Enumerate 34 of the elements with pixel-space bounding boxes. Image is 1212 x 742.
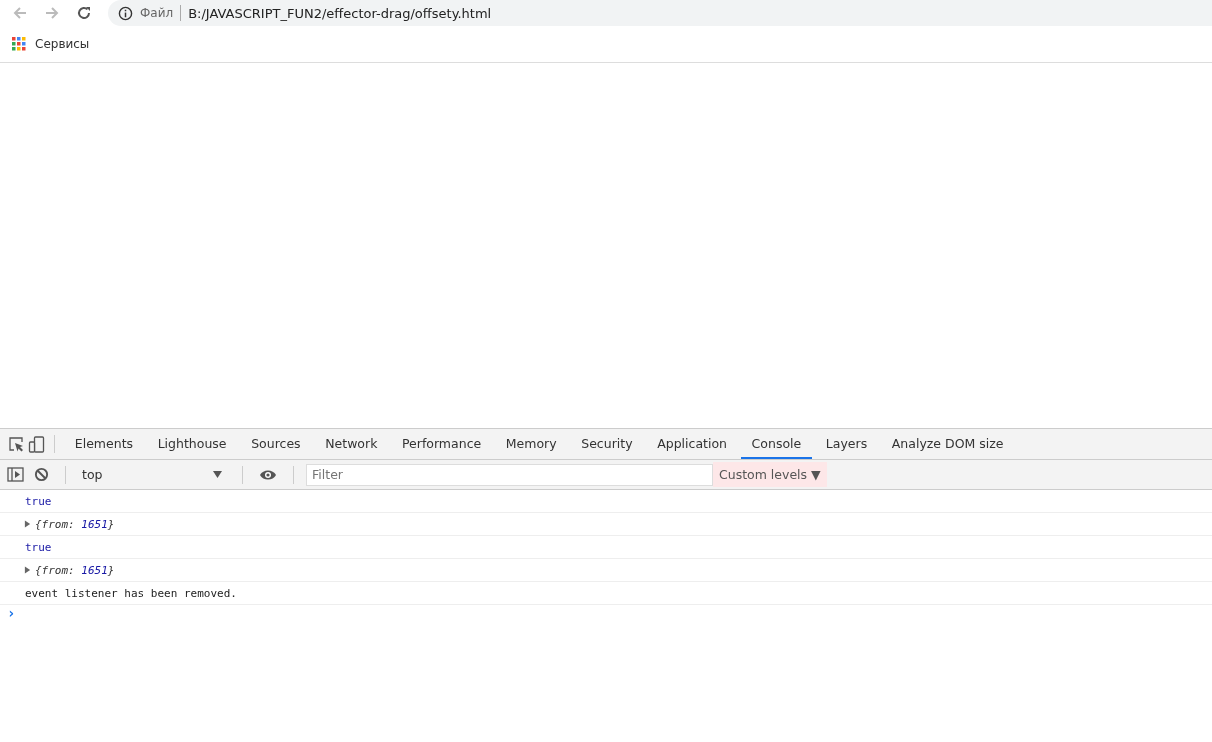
devtools-tab[interactable]: Lighthouse — [146, 429, 238, 459]
device-toolbar-icon[interactable] — [28, 435, 45, 453]
sidebar-toggle-icon[interactable] — [7, 467, 24, 482]
security-label: Файл — [140, 6, 174, 20]
expand-triangle-icon[interactable] — [24, 566, 31, 574]
levels-dropdown[interactable]: Custom levels ▼ — [713, 462, 827, 487]
devtools-tab[interactable]: Sources — [240, 429, 312, 459]
console-message: true — [25, 494, 52, 508]
devtools-tab[interactable]: Analyze DOM size — [881, 429, 1015, 459]
devtools-tab[interactable]: Layers — [815, 429, 878, 459]
devtools-tab[interactable]: Performance — [391, 429, 492, 459]
console-message: true — [25, 540, 52, 554]
devtools-tab[interactable]: Network — [314, 429, 389, 459]
apps-grid-icon[interactable] — [12, 37, 26, 51]
url-text: B:/JAVASCRIPT_FUN2/effector-drag/offsety.html — [188, 5, 492, 21]
expand-triangle-icon[interactable] — [24, 520, 31, 528]
devtools-tab[interactable]: Security — [570, 429, 644, 459]
inspect-element-icon[interactable] — [8, 435, 25, 453]
object-preview[interactable]: {from: 1651} — [35, 563, 115, 577]
console-message: event listener has been removed. — [25, 586, 237, 600]
eye-icon[interactable] — [259, 468, 277, 481]
caret-icon — [213, 471, 222, 478]
info-icon[interactable] — [118, 5, 133, 21]
bookmark-link[interactable]: Сервисы — [35, 37, 90, 51]
console-prompt[interactable]: › — [7, 605, 16, 621]
context-select[interactable]: top — [82, 467, 226, 482]
filter-field[interactable]: Filter — [306, 463, 713, 486]
address-bar[interactable]: Файл B:/JAVASCRIPT_FUN2/effector-drag/offsety.html — [108, 0, 1212, 26]
reload-icon[interactable] — [76, 5, 92, 21]
devtools-tab[interactable]: Elements — [64, 429, 144, 459]
clear-console-icon[interactable] — [34, 467, 49, 482]
object-preview[interactable]: {from: 1651} — [35, 517, 115, 531]
devtools-tab[interactable]: Application — [646, 429, 738, 459]
devtools-tab[interactable]: Memory — [495, 429, 568, 459]
